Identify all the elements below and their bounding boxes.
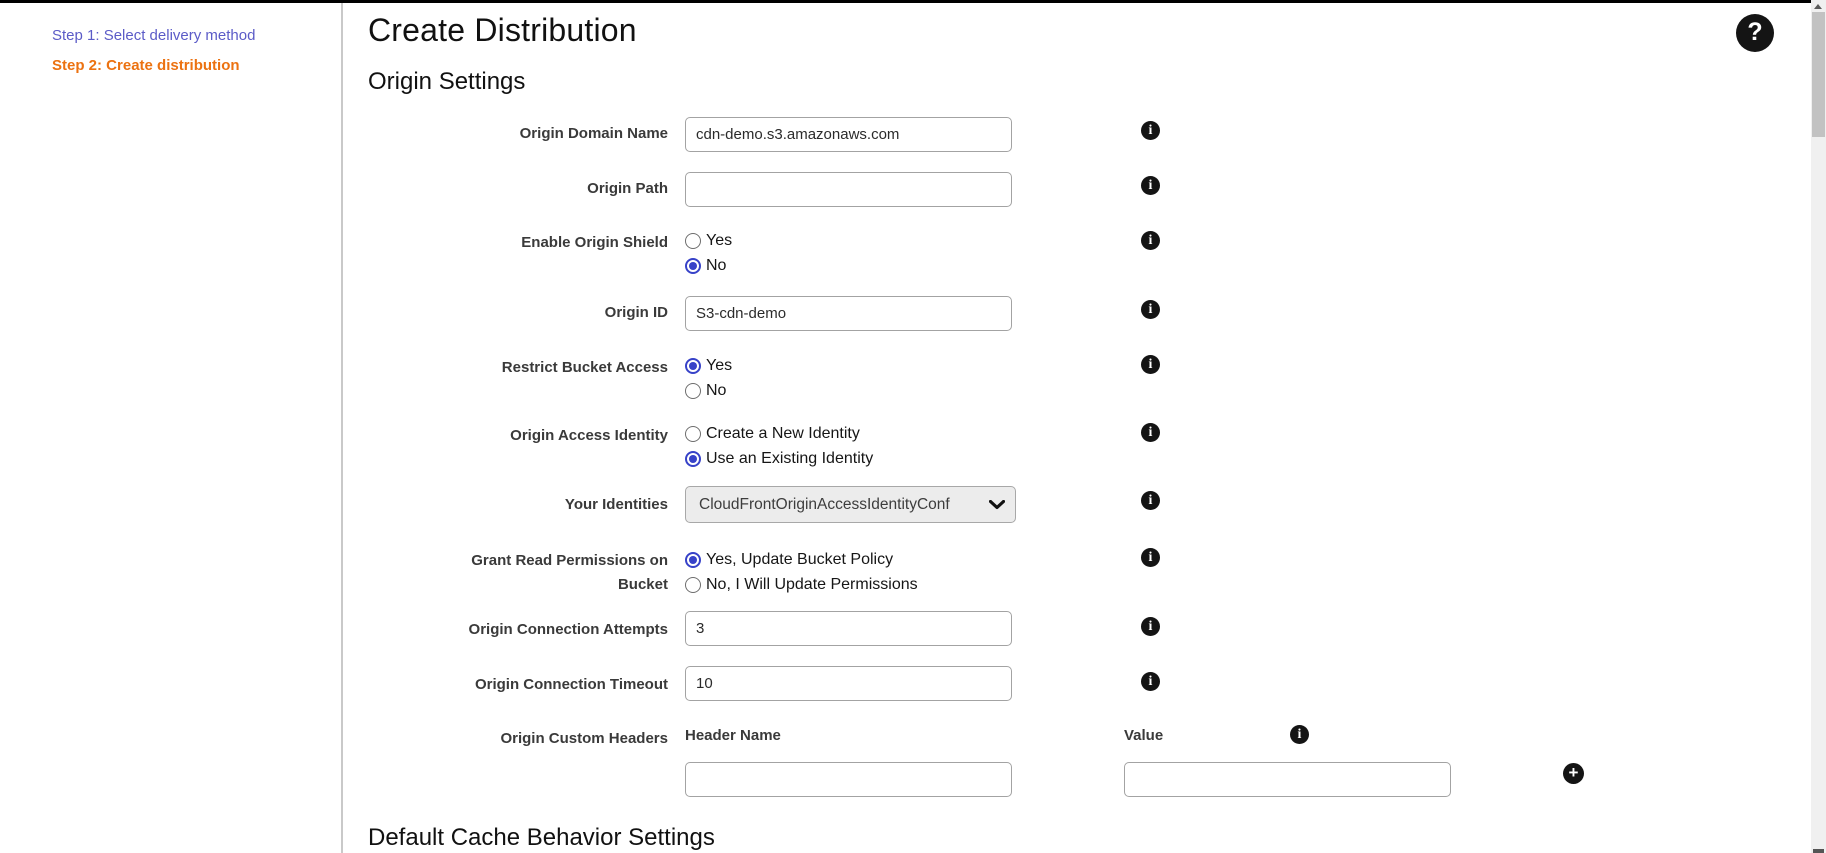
select-selected-value: CloudFrontOriginAccessIdentityConf <box>699 496 987 514</box>
scrollbar-down-arrow-icon[interactable] <box>1813 849 1824 853</box>
origin-connection-attempts-input[interactable] <box>685 611 1012 646</box>
origin-id-label: Origin ID <box>368 301 668 325</box>
radio-icon[interactable] <box>685 233 701 249</box>
info-icon[interactable]: i <box>1141 423 1160 442</box>
radio-option-no[interactable]: No <box>685 378 732 403</box>
origin-domain-name-label: Origin Domain Name <box>368 122 668 146</box>
origin-settings-heading: Origin Settings <box>368 68 525 96</box>
grant-read-permissions-label: Grant Read Permissions on Bucket <box>468 549 668 597</box>
sidebar-step-1-link[interactable]: Step 1: Select delivery method <box>52 27 332 44</box>
origin-path-label: Origin Path <box>368 177 668 201</box>
radio-option-yes[interactable]: Yes <box>685 228 732 253</box>
radio-selected-icon[interactable] <box>685 552 701 568</box>
radio-option-yes[interactable]: Yes <box>685 353 732 378</box>
origin-domain-name-input[interactable] <box>685 117 1012 152</box>
info-icon[interactable]: i <box>1141 121 1160 140</box>
chevron-down-icon <box>989 500 1005 510</box>
default-cache-behavior-heading: Default Cache Behavior Settings <box>368 824 715 852</box>
origin-id-input[interactable] <box>685 296 1012 331</box>
origin-access-identity-radio-group: Create a New Identity Use an Existing Id… <box>685 421 873 471</box>
origin-access-identity-label: Origin Access Identity <box>368 424 668 448</box>
radio-option-label: Yes <box>706 232 732 250</box>
radio-option-label: No <box>706 257 726 275</box>
enable-origin-shield-radio-group: Yes No <box>685 228 732 278</box>
grant-read-permissions-radio-group: Yes, Update Bucket Policy No, I Will Upd… <box>685 547 918 597</box>
page-title: Create Distribution <box>368 12 637 49</box>
sidebar-divider <box>341 3 343 853</box>
vertical-scrollbar[interactable] <box>1811 0 1826 853</box>
origin-path-input[interactable] <box>685 172 1012 207</box>
origin-connection-timeout-label: Origin Connection Timeout <box>368 673 668 697</box>
radio-option-use-existing-identity[interactable]: Use an Existing Identity <box>685 446 873 471</box>
value-column-label: Value <box>1124 727 1163 744</box>
radio-option-label: Yes <box>706 357 732 375</box>
scrollbar-thumb[interactable] <box>1812 12 1825 137</box>
radio-icon[interactable] <box>685 383 701 399</box>
info-icon[interactable]: i <box>1141 355 1160 374</box>
restrict-bucket-access-radio-group: Yes No <box>685 353 732 403</box>
info-icon[interactable]: i <box>1141 617 1160 636</box>
radio-option-yes-update-bucket-policy[interactable]: Yes, Update Bucket Policy <box>685 547 918 572</box>
radio-selected-icon[interactable] <box>685 451 701 467</box>
info-icon[interactable]: i <box>1141 300 1160 319</box>
restrict-bucket-access-label: Restrict Bucket Access <box>368 356 668 380</box>
radio-option-label: Create a New Identity <box>706 425 860 443</box>
your-identities-label: Your Identities <box>368 493 668 517</box>
sidebar-step-2-current: Step 2: Create distribution <box>52 57 332 74</box>
origin-custom-headers-label: Origin Custom Headers <box>368 727 668 751</box>
radio-option-create-new-identity[interactable]: Create a New Identity <box>685 421 873 446</box>
header-name-column-label: Header Name <box>685 727 781 744</box>
radio-option-no[interactable]: No <box>685 253 732 278</box>
info-icon[interactable]: i <box>1141 491 1160 510</box>
info-icon[interactable]: i <box>1290 725 1309 744</box>
info-icon[interactable]: i <box>1141 548 1160 567</box>
radio-selected-icon[interactable] <box>685 258 701 274</box>
radio-option-label: No <box>706 382 726 400</box>
radio-option-label: No, I Will Update Permissions <box>706 576 918 594</box>
radio-option-no-i-will-update[interactable]: No, I Will Update Permissions <box>685 572 918 597</box>
info-icon[interactable]: i <box>1141 176 1160 195</box>
custom-header-name-input[interactable] <box>685 762 1012 797</box>
origin-connection-timeout-input[interactable] <box>685 666 1012 701</box>
origin-connection-attempts-label: Origin Connection Attempts <box>368 618 668 642</box>
help-icon[interactable]: ? <box>1736 14 1774 52</box>
top-border <box>0 0 1811 3</box>
radio-option-label: Yes, Update Bucket Policy <box>706 551 893 569</box>
enable-origin-shield-label: Enable Origin Shield <box>368 231 668 255</box>
radio-selected-icon[interactable] <box>685 358 701 374</box>
radio-icon[interactable] <box>685 577 701 593</box>
info-icon[interactable]: i <box>1141 672 1160 691</box>
radio-option-label: Use an Existing Identity <box>706 450 873 468</box>
info-icon[interactable]: i <box>1141 231 1160 250</box>
wizard-steps-sidebar: Step 1: Select delivery method Step 2: C… <box>52 27 332 74</box>
your-identities-select[interactable]: CloudFrontOriginAccessIdentityConf <box>685 486 1016 523</box>
scrollbar-up-arrow-icon[interactable] <box>1814 4 1822 9</box>
add-header-button[interactable]: + <box>1563 763 1584 784</box>
custom-header-value-input[interactable] <box>1124 762 1451 797</box>
radio-icon[interactable] <box>685 426 701 442</box>
